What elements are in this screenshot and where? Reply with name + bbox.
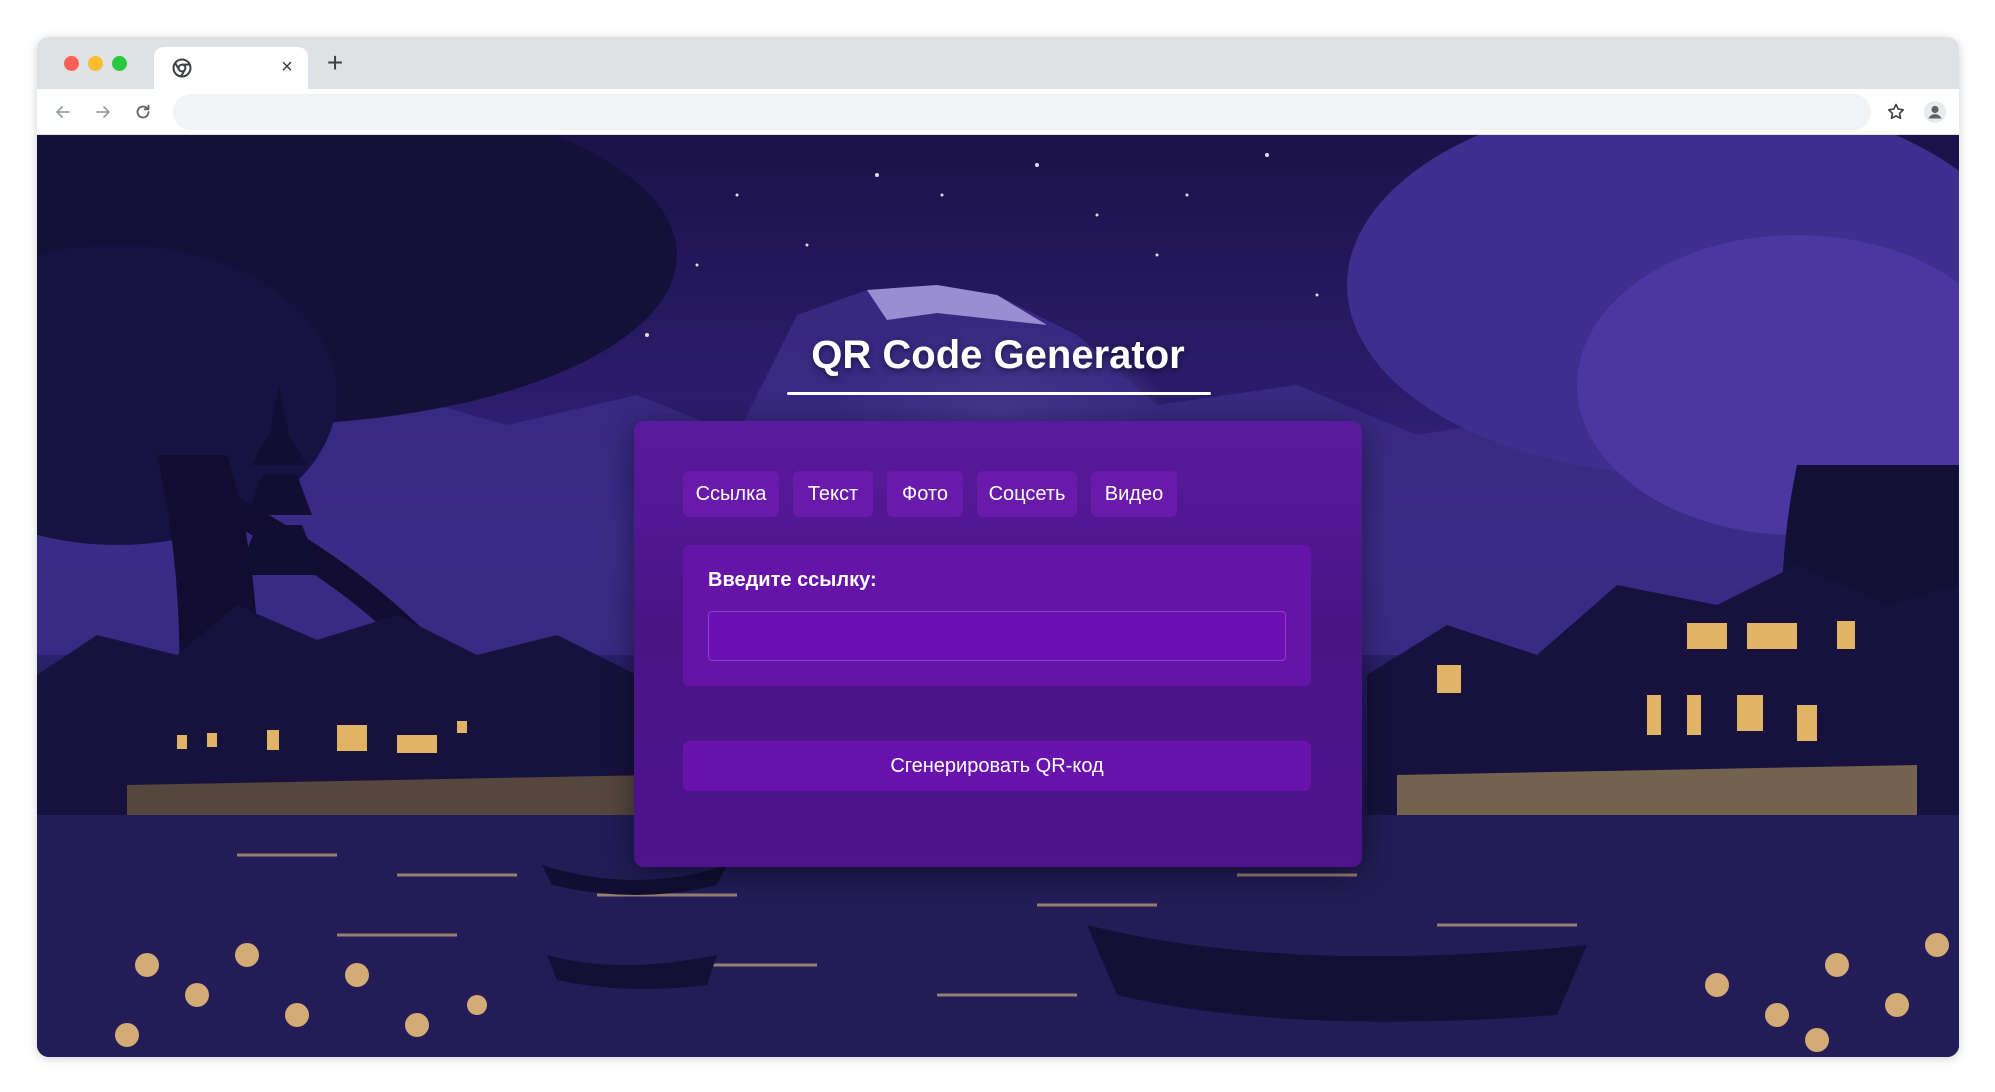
back-button[interactable] bbox=[49, 98, 77, 126]
browser-toolbar bbox=[37, 89, 1959, 135]
tab-photo[interactable]: Фото bbox=[887, 471, 963, 517]
browser-tab[interactable]: × bbox=[154, 47, 308, 89]
bookmark-button[interactable] bbox=[1882, 98, 1910, 126]
maximize-window-button[interactable] bbox=[112, 56, 127, 71]
tab-bar: × + bbox=[37, 37, 1959, 89]
arrow-left-icon bbox=[56, 106, 70, 118]
profile-icon bbox=[1924, 101, 1946, 123]
generator-card: Ссылка Текст Фото Соцсеть Видео Введите … bbox=[634, 421, 1362, 867]
tab-close-icon[interactable]: × bbox=[276, 56, 298, 78]
tab-link[interactable]: Ссылка bbox=[683, 471, 779, 517]
arrow-right-icon bbox=[96, 106, 110, 118]
link-input[interactable] bbox=[708, 611, 1286, 661]
chrome-icon bbox=[172, 58, 192, 78]
forward-button[interactable] bbox=[89, 98, 117, 126]
minimize-window-button[interactable] bbox=[88, 56, 103, 71]
title-underline bbox=[787, 392, 1211, 395]
generate-qr-button[interactable]: Сгенерировать QR-код bbox=[683, 741, 1311, 791]
address-bar[interactable] bbox=[173, 94, 1871, 130]
close-window-button[interactable] bbox=[64, 56, 79, 71]
reload-button[interactable] bbox=[129, 98, 157, 126]
reload-icon bbox=[136, 104, 150, 119]
browser-window: × + QR Code Generator Ссылка Текст Фото … bbox=[37, 37, 1959, 1057]
browser-menu-button[interactable] bbox=[1955, 98, 1959, 126]
input-panel: Введите ссылку: bbox=[683, 545, 1311, 686]
new-tab-button[interactable]: + bbox=[321, 49, 349, 77]
tab-text[interactable]: Текст bbox=[793, 471, 873, 517]
page-viewport: QR Code Generator Ссылка Текст Фото Соцс… bbox=[37, 135, 1959, 1057]
star-icon bbox=[1888, 103, 1904, 120]
link-input-label: Введите ссылку: bbox=[708, 569, 877, 591]
tab-social[interactable]: Соцсеть bbox=[977, 471, 1077, 517]
profile-button[interactable] bbox=[1921, 98, 1949, 126]
page-title: QR Code Generator bbox=[811, 333, 1185, 377]
tab-video[interactable]: Видео bbox=[1091, 471, 1177, 517]
